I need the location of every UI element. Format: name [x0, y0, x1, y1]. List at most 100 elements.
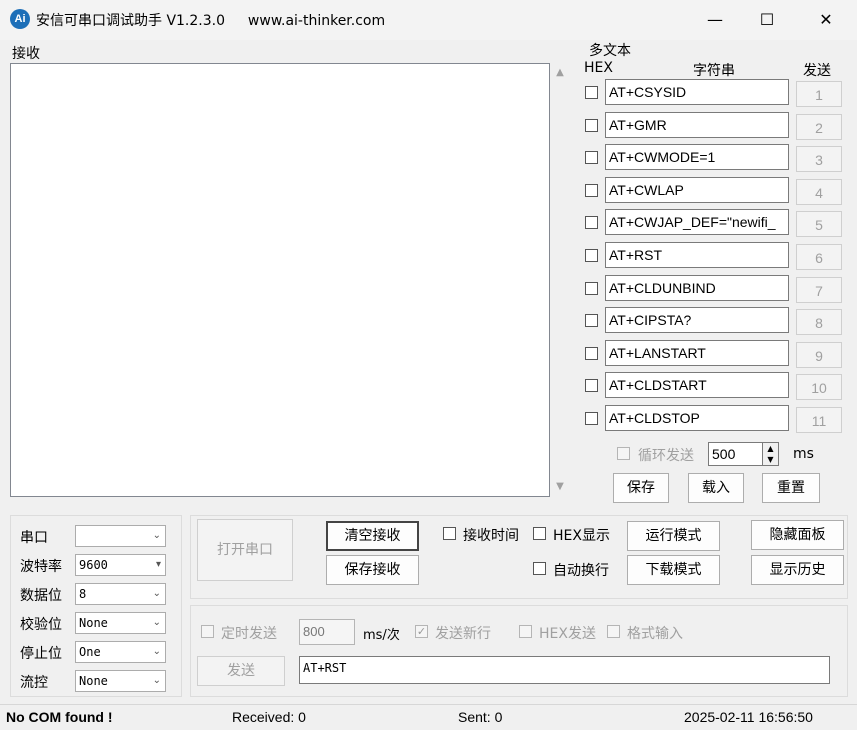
send-interval-unit: ms/次 [363, 628, 400, 643]
auto-wrap-label: 自动换行 [553, 563, 609, 579]
multi-send-button[interactable]: 2 [796, 114, 842, 140]
hex-checkbox[interactable] [585, 314, 598, 327]
scroll-up-icon[interactable]: ▲ [550, 65, 570, 81]
multi-text-input[interactable]: AT+CWLAP [605, 177, 789, 203]
port-select[interactable]: ⌄ [75, 525, 166, 547]
multi-send-button[interactable]: 1 [796, 81, 842, 107]
send-column-header: 发送 [803, 63, 831, 79]
datetime: 2025-02-11 16:56:50 [684, 709, 813, 725]
hex-checkbox[interactable] [585, 151, 598, 164]
chevron-down-icon[interactable]: ⌄ [153, 584, 161, 604]
window-title: 安信可串口调试助手 V1.2.3.0 www.ai-thinker.com [36, 10, 385, 30]
receive-time-label: 接收时间 [463, 528, 519, 544]
multi-text-input[interactable]: AT+CWMODE=1 [605, 144, 789, 170]
show-history-button[interactable]: 显示历史 [751, 555, 844, 585]
reset-multi-button[interactable]: 重置 [762, 473, 820, 503]
loop-unit-label: ms [793, 446, 814, 462]
hex-display-checkbox[interactable] [533, 527, 546, 540]
save-multi-button[interactable]: 保存 [613, 473, 669, 503]
chevron-down-icon[interactable]: ⌄ [153, 613, 161, 633]
format-input-checkbox[interactable] [607, 625, 620, 638]
flow-control-label: 流控 [20, 675, 48, 691]
minimize-button[interactable]: — [689, 0, 741, 40]
multi-text-input[interactable]: AT+CLDUNBIND [605, 275, 789, 301]
multi-text-input[interactable]: AT+CSYSID [605, 79, 789, 105]
hex-checkbox[interactable] [585, 282, 598, 295]
string-column-header: 字符串 [693, 63, 735, 79]
receive-time-checkbox[interactable] [443, 527, 456, 540]
open-port-button[interactable]: 打开串口 [197, 519, 293, 581]
chevron-down-icon[interactable]: ⌄ [153, 526, 161, 546]
maximize-button[interactable]: ☐ [741, 0, 793, 40]
hex-checkbox[interactable] [585, 412, 598, 425]
save-receive-button[interactable]: 保存接收 [326, 555, 419, 585]
flow-control-select[interactable]: None ⌄ [75, 670, 166, 692]
spin-up-icon[interactable]: ▲ [763, 443, 778, 454]
multi-send-button[interactable]: 9 [796, 342, 842, 368]
timed-send-label: 定时发送 [221, 626, 277, 642]
load-multi-button[interactable]: 载入 [688, 473, 744, 503]
hex-checkbox[interactable] [585, 249, 598, 262]
send-newline-checkbox[interactable]: ✓ [415, 625, 428, 638]
sent-count: Sent: 0 [458, 709, 503, 725]
clear-receive-button[interactable]: 清空接收 [326, 521, 419, 551]
download-mode-button[interactable]: 下载模式 [627, 555, 720, 585]
multi-text-input[interactable]: AT+CLDSTOP [605, 405, 789, 431]
scroll-down-icon[interactable]: ▼ [550, 479, 570, 495]
multi-text-input[interactable]: AT+CIPSTA? [605, 307, 789, 333]
loop-interval-input[interactable]: 500 [708, 442, 764, 466]
loop-interval-spinner[interactable]: ▲ ▼ [762, 442, 779, 466]
hex-checkbox[interactable] [585, 119, 598, 132]
parity-select[interactable]: None ⌄ [75, 612, 166, 634]
multi-send-button[interactable]: 5 [796, 211, 842, 237]
select-value: 8 [79, 587, 87, 601]
data-bits-label: 数据位 [20, 588, 62, 604]
hex-checkbox[interactable] [585, 86, 598, 99]
multi-text-input[interactable]: AT+LANSTART [605, 340, 789, 366]
port-label: 串口 [20, 530, 48, 546]
loop-send-checkbox[interactable] [617, 447, 630, 460]
auto-wrap-checkbox[interactable] [533, 562, 546, 575]
multi-text-input[interactable]: AT+CLDSTART [605, 372, 789, 398]
multi-send-button[interactable]: 3 [796, 146, 842, 172]
chevron-down-icon[interactable]: ⌄ [153, 642, 161, 662]
hex-send-label: HEX发送 [539, 626, 596, 642]
send-button[interactable]: 发送 [197, 656, 285, 686]
receive-textarea[interactable] [10, 63, 550, 497]
hex-checkbox[interactable] [585, 347, 598, 360]
chevron-down-icon[interactable]: ▾ [156, 555, 161, 575]
multi-send-button[interactable]: 4 [796, 179, 842, 205]
app-title: 安信可串口调试助手 V1.2.3.0 [36, 13, 226, 29]
multi-send-button[interactable]: 8 [796, 309, 842, 335]
multi-send-button[interactable]: 10 [796, 374, 842, 400]
hex-display-label: HEX显示 [553, 528, 610, 544]
multi-text-input[interactable]: AT+CWJAP_DEF="newifi_ [605, 209, 789, 235]
select-value: One [79, 645, 101, 659]
run-mode-button[interactable]: 运行模式 [627, 521, 720, 551]
multi-text-input[interactable]: AT+RST [605, 242, 789, 268]
send-interval-input[interactable]: 800 [299, 619, 355, 645]
hex-checkbox[interactable] [585, 184, 598, 197]
data-bits-select[interactable]: 8 ⌄ [75, 583, 166, 605]
spin-down-icon[interactable]: ▼ [763, 454, 778, 465]
hex-checkbox[interactable] [585, 379, 598, 392]
received-count: Received: 0 [232, 709, 306, 725]
multi-send-button[interactable]: 7 [796, 277, 842, 303]
stop-bits-label: 停止位 [20, 646, 62, 662]
send-input[interactable]: AT+RST [299, 656, 830, 684]
multi-send-button[interactable]: 11 [796, 407, 842, 433]
baud-rate-select[interactable]: 9600 ▾ [75, 554, 166, 576]
com-status: No COM found ! [6, 709, 113, 725]
app-logo-icon: Ai [10, 9, 30, 29]
receive-scrollbar[interactable]: ▲ ▼ [550, 63, 570, 497]
multi-send-button[interactable]: 6 [796, 244, 842, 270]
hex-checkbox[interactable] [585, 216, 598, 229]
close-button[interactable]: ✕ [800, 0, 852, 40]
title-bar: Ai 安信可串口调试助手 V1.2.3.0 www.ai-thinker.com… [0, 0, 857, 40]
hex-send-checkbox[interactable] [519, 625, 532, 638]
hide-panel-button[interactable]: 隐藏面板 [751, 520, 844, 550]
timed-send-checkbox[interactable] [201, 625, 214, 638]
multi-text-input[interactable]: AT+GMR [605, 112, 789, 138]
chevron-down-icon[interactable]: ⌄ [153, 671, 161, 691]
stop-bits-select[interactable]: One ⌄ [75, 641, 166, 663]
